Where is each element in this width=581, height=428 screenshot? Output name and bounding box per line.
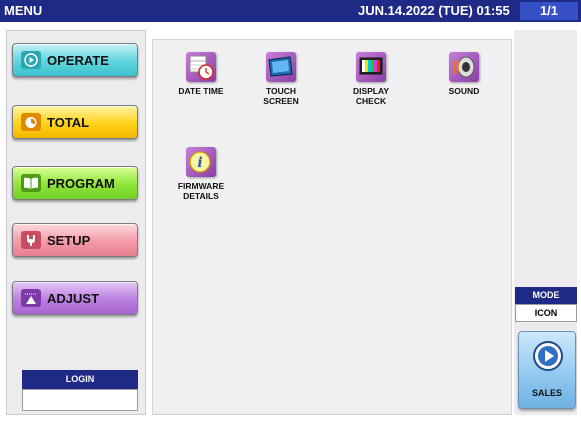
display-check-label: DISPLAY [352,86,390,96]
timer-icon [21,113,41,131]
sales-label: SALES [531,388,562,398]
mode-value[interactable]: ICON [515,304,577,322]
calendar-clock-icon [186,52,216,82]
touch-screen-icon [266,52,296,82]
operate-button[interactable]: OPERATE [12,43,138,77]
wrench-icon [21,231,41,249]
book-icon [21,174,41,192]
date-time-display: JUN.14.2022 (TUE) 01:55 [358,3,510,18]
adjust-label: ADJUST [47,290,100,306]
setup-button[interactable]: SETUP [12,223,138,257]
touch-screen-item[interactable]: TOUCH SCREEN [241,52,321,106]
program-label: PROGRAM [47,175,115,191]
sales-button[interactable]: SALES [518,331,576,409]
login-field[interactable] [22,389,138,411]
total-label: TOTAL [47,114,90,130]
adjust-button[interactable]: ADJUST [12,281,138,315]
total-button[interactable]: TOTAL [12,105,138,139]
date-time-item[interactable]: DATE TIME [161,52,241,96]
scale-adjust-icon [21,289,41,307]
sound-label: SOUND [448,86,480,96]
display-check-label-2: CHECK [355,96,387,106]
touch-screen-label: TOUCH [265,86,297,96]
firmware-details-item[interactable]: i FIRMWARE DETAILS [161,147,241,201]
play-icon [21,51,41,69]
login-label: LOGIN [22,370,138,389]
speaker-icon [449,52,479,82]
display-check-item[interactable]: DISPLAY CHECK [331,52,411,106]
display-check-icon [356,52,386,82]
window-title: MENU [4,3,43,18]
firmware-details-label-2: DETAILS [183,191,219,201]
firmware-details-label: FIRMWARE [177,181,225,191]
program-button[interactable]: PROGRAM [12,166,138,200]
setup-label: SETUP [47,232,91,248]
sound-item[interactable]: SOUND [424,52,504,96]
operate-label: OPERATE [47,52,109,68]
info-icon: i [186,147,216,177]
page-indicator: 1/1 [520,2,578,20]
mode-label: MODE [515,287,577,304]
play-circle-icon [532,340,564,377]
date-time-label: DATE TIME [178,86,224,96]
title-bar: MENU JUN.14.2022 (TUE) 01:55 1/1 [0,0,581,22]
svg-text:i: i [197,155,202,171]
touch-screen-label-2: SCREEN [263,96,299,106]
